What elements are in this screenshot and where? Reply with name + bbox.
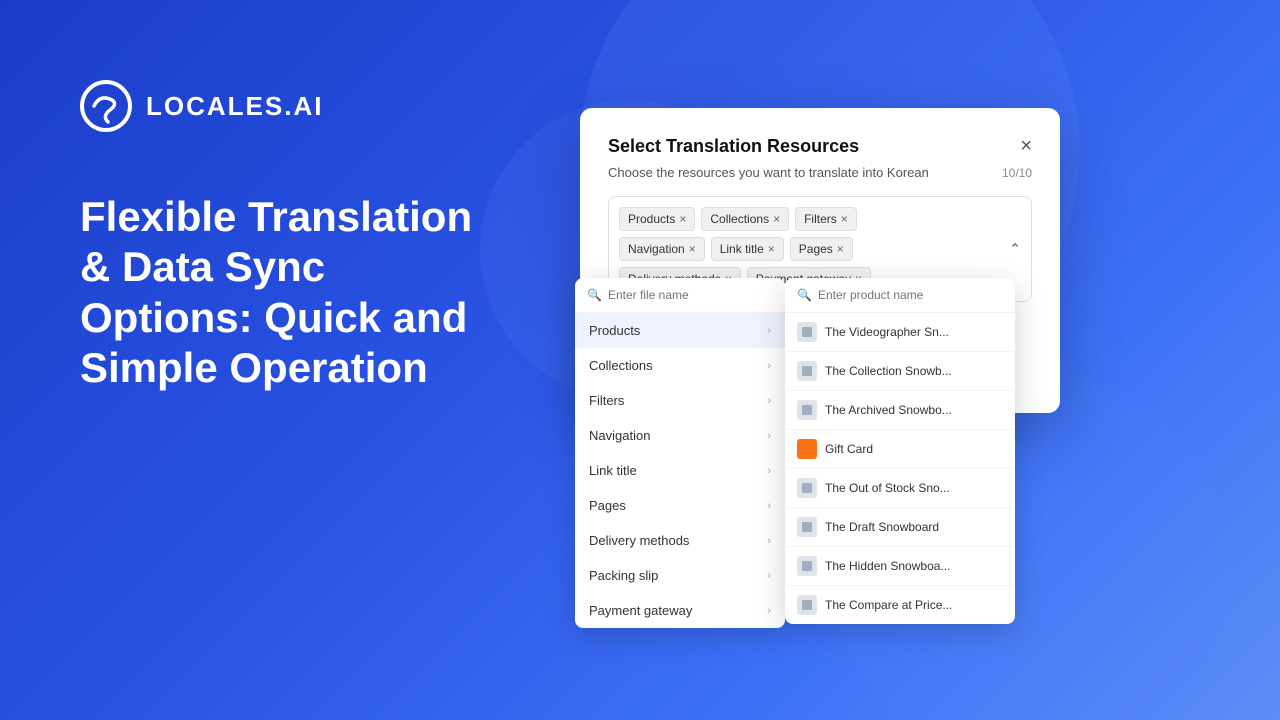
product-icon-1 bbox=[797, 322, 817, 342]
dropdown-item-packing[interactable]: Packing slip › bbox=[575, 558, 785, 593]
product-label-4: Gift Card bbox=[825, 442, 1003, 456]
product-icon-7 bbox=[797, 556, 817, 576]
tag-products-remove[interactable]: × bbox=[679, 213, 686, 225]
tag-collections[interactable]: Collections × bbox=[701, 207, 789, 231]
chevron-right-icon: › bbox=[767, 360, 771, 372]
chevron-right-icon: › bbox=[767, 395, 771, 407]
chevron-right-icon: › bbox=[767, 325, 771, 337]
dropdown-item-payment[interactable]: Payment gateway › bbox=[575, 593, 785, 628]
file-search-icon: 🔍 bbox=[587, 288, 602, 302]
product-item-6[interactable]: The Draft Snowboard bbox=[785, 508, 1015, 547]
product-icon-3 bbox=[797, 400, 817, 420]
tag-link-title[interactable]: Link title × bbox=[711, 237, 784, 261]
modal-subtitle: Choose the resources you want to transla… bbox=[608, 165, 1032, 180]
chevron-right-icon: › bbox=[767, 430, 771, 442]
products-panel: 🔍 The Videographer Sn... The Collection … bbox=[785, 278, 1015, 624]
product-label-3: The Archived Snowbo... bbox=[825, 403, 1003, 417]
product-list: The Videographer Sn... The Collection Sn… bbox=[785, 313, 1015, 624]
tag-pages[interactable]: Pages × bbox=[790, 237, 853, 261]
dropdown-item-filters[interactable]: Filters › bbox=[575, 383, 785, 418]
modal-subtitle-text: Choose the resources you want to transla… bbox=[608, 165, 929, 180]
product-icon-2 bbox=[797, 361, 817, 381]
product-label-5: The Out of Stock Sno... bbox=[825, 481, 1003, 495]
tag-filters-remove[interactable]: × bbox=[841, 213, 848, 225]
product-item-8[interactable]: The Compare at Price... bbox=[785, 586, 1015, 624]
product-label-7: The Hidden Snowboa... bbox=[825, 559, 1003, 573]
chevron-right-icon: › bbox=[767, 535, 771, 547]
dropdown-panel: 🔍 Products › Collections › Filters › Nav… bbox=[575, 278, 785, 628]
product-icon-6 bbox=[797, 517, 817, 537]
product-item-5[interactable]: The Out of Stock Sno... bbox=[785, 469, 1015, 508]
close-button[interactable]: × bbox=[1020, 136, 1032, 156]
tag-pages-remove[interactable]: × bbox=[837, 243, 844, 255]
product-label-6: The Draft Snowboard bbox=[825, 520, 1003, 534]
product-label-2: The Collection Snowb... bbox=[825, 364, 1003, 378]
product-search-input[interactable] bbox=[818, 288, 1003, 302]
product-icon-4 bbox=[797, 439, 817, 459]
logo: LOCALES.AI bbox=[80, 80, 500, 132]
product-label-1: The Videographer Sn... bbox=[825, 325, 1003, 339]
chevron-right-icon: › bbox=[767, 570, 771, 582]
product-search-wrap: 🔍 bbox=[785, 278, 1015, 313]
tags-row-2: Navigation × Link title × Pages × bbox=[619, 237, 1021, 261]
tag-filters[interactable]: Filters × bbox=[795, 207, 857, 231]
tag-collections-remove[interactable]: × bbox=[773, 213, 780, 225]
product-label-8: The Compare at Price... bbox=[825, 598, 1003, 612]
product-icon-8 bbox=[797, 595, 817, 615]
resource-list: Products › Collections › Filters › Navig… bbox=[575, 313, 785, 628]
dropdown-item-products[interactable]: Products › bbox=[575, 313, 785, 348]
product-item-3[interactable]: The Archived Snowbo... bbox=[785, 391, 1015, 430]
modal-title: Select Translation Resources bbox=[608, 136, 859, 157]
file-search-wrap: 🔍 bbox=[575, 278, 785, 313]
modal-count: 10/10 bbox=[1002, 166, 1032, 180]
product-item-7[interactable]: The Hidden Snowboa... bbox=[785, 547, 1015, 586]
logo-icon bbox=[80, 80, 132, 132]
left-content: LOCALES.AI Flexible Translation & Data S… bbox=[80, 80, 500, 394]
headline: Flexible Translation & Data Sync Options… bbox=[80, 192, 500, 394]
file-search-input[interactable] bbox=[608, 288, 773, 302]
product-search-icon: 🔍 bbox=[797, 288, 812, 302]
chevron-right-icon: › bbox=[767, 465, 771, 477]
product-item-2[interactable]: The Collection Snowb... bbox=[785, 352, 1015, 391]
dropdown-item-collections[interactable]: Collections › bbox=[575, 348, 785, 383]
tag-products[interactable]: Products × bbox=[619, 207, 695, 231]
chevron-right-icon: › bbox=[767, 605, 771, 617]
dropdown-item-pages[interactable]: Pages › bbox=[575, 488, 785, 523]
tag-navigation[interactable]: Navigation × bbox=[619, 237, 705, 261]
product-item-1[interactable]: The Videographer Sn... bbox=[785, 313, 1015, 352]
chevron-right-icon: › bbox=[767, 500, 771, 512]
tag-navigation-remove[interactable]: × bbox=[689, 243, 696, 255]
dropdown-item-navigation[interactable]: Navigation › bbox=[575, 418, 785, 453]
tags-toggle[interactable]: ⌃ bbox=[1009, 241, 1021, 258]
product-item-4[interactable]: Gift Card bbox=[785, 430, 1015, 469]
modal-header: Select Translation Resources × bbox=[608, 136, 1032, 157]
product-icon-5 bbox=[797, 478, 817, 498]
dropdown-item-delivery[interactable]: Delivery methods › bbox=[575, 523, 785, 558]
tags-row: Products × Collections × Filters × ⌃ bbox=[619, 207, 1021, 231]
dropdown-item-link-title[interactable]: Link title › bbox=[575, 453, 785, 488]
tag-link-title-remove[interactable]: × bbox=[768, 243, 775, 255]
logo-text: LOCALES.AI bbox=[146, 91, 323, 122]
